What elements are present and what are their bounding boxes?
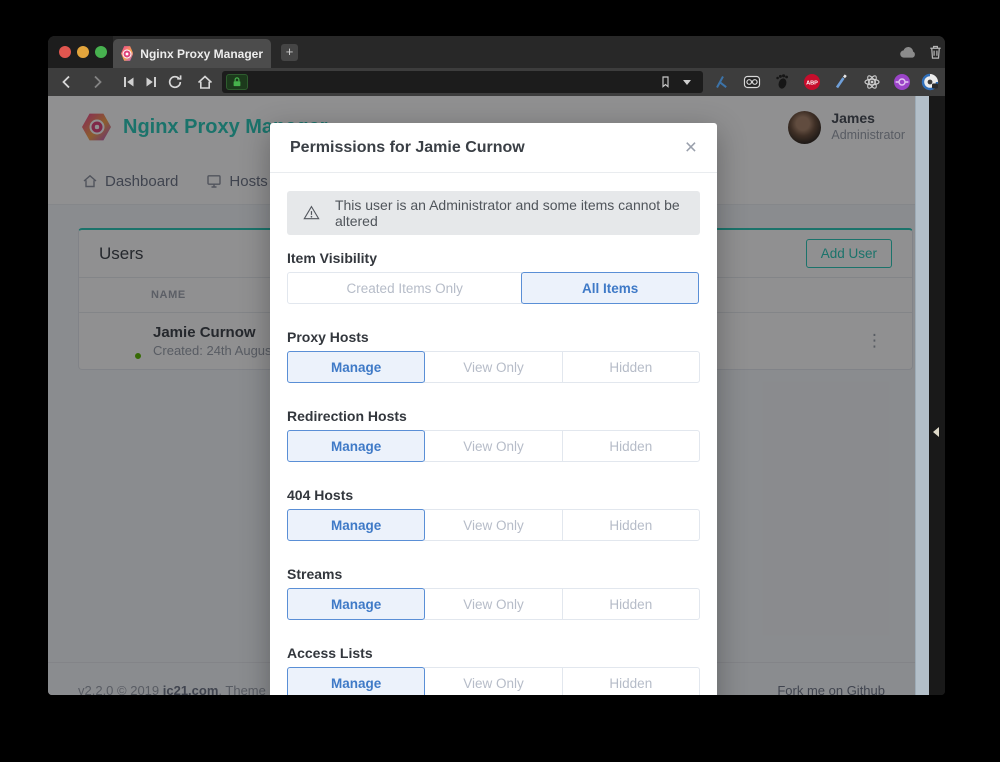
extension-purple-icon[interactable] (893, 73, 911, 91)
back-button-icon[interactable] (58, 73, 76, 91)
redirection-hosts-view-only-button[interactable]: View Only (424, 430, 562, 462)
access-lists-manage-button[interactable]: Manage (287, 667, 425, 695)
rewind-button-icon[interactable] (120, 73, 138, 91)
window-zoom-button[interactable] (95, 46, 107, 58)
proxy-hosts-hidden-button[interactable]: Hidden (562, 351, 700, 383)
redirection-hosts-hidden-button[interactable]: Hidden (562, 430, 700, 462)
proxy-hosts-manage-button[interactable]: Manage (287, 351, 425, 383)
redirection-hosts-label: Redirection Hosts (287, 408, 700, 424)
modal-title: Permissions for Jamie Curnow (290, 139, 525, 157)
browser-titlebar: Nginx Proxy Manager + (48, 36, 945, 68)
extension-gnome-foot-icon[interactable] (773, 73, 791, 91)
secure-lock-icon (231, 76, 243, 88)
site-security-badge[interactable] (226, 74, 248, 90)
tab-title: Nginx Proxy Manager (140, 47, 263, 61)
warning-triangle-icon (303, 204, 320, 222)
extension-adblock-plus-icon[interactable]: ABP (803, 73, 821, 91)
extension-privacy-circle-icon[interactable] (921, 73, 939, 91)
home-button-icon[interactable] (196, 73, 214, 91)
reload-button-icon[interactable] (166, 73, 184, 91)
extension-pen-icon[interactable] (833, 73, 851, 91)
closed-tabs-trash-icon[interactable] (927, 43, 944, 61)
admin-warning-alert: This user is an Administrator and some i… (287, 191, 700, 235)
item-visibility-label: Item Visibility (287, 250, 700, 266)
site-favicon-icon (121, 46, 133, 62)
all-items-button[interactable]: All Items (521, 272, 699, 304)
bookmark-icon[interactable] (658, 74, 673, 90)
panel-toggle-arrow[interactable] (933, 427, 939, 437)
browser-tab[interactable]: Nginx Proxy Manager (113, 39, 271, 68)
page-scrollbar[interactable] (915, 96, 929, 695)
admin-warning-text: This user is an Administrator and some i… (335, 197, 684, 229)
window-controls (48, 36, 113, 68)
proxy-hosts-label: Proxy Hosts (287, 329, 700, 345)
streams-label: Streams (287, 566, 700, 582)
404-hosts-label: 404 Hosts (287, 487, 700, 503)
access-lists-view-only-button[interactable]: View Only (424, 667, 562, 695)
extension-flame-icon[interactable] (713, 73, 731, 91)
sync-cloud-icon[interactable] (897, 43, 919, 61)
svg-text:ABP: ABP (806, 80, 818, 86)
access-lists-label: Access Lists (287, 645, 700, 661)
modal-close-button[interactable]: × (685, 137, 697, 158)
access-lists-group: Manage View Only Hidden (287, 667, 700, 695)
extension-atom-icon[interactable] (863, 73, 881, 91)
access-lists-hidden-button[interactable]: Hidden (562, 667, 700, 695)
proxy-hosts-group: Manage View Only Hidden (287, 351, 700, 383)
forward-button-icon[interactable] (88, 73, 106, 91)
browser-window: Nginx Proxy Manager + ABP (48, 36, 945, 695)
streams-hidden-button[interactable]: Hidden (562, 588, 700, 620)
404-hosts-group: Manage View Only Hidden (287, 509, 700, 541)
streams-view-only-button[interactable]: View Only (424, 588, 562, 620)
created-items-only-button[interactable]: Created Items Only (287, 272, 522, 304)
fast-forward-button-icon[interactable] (142, 73, 160, 91)
extension-goggles-icon[interactable] (743, 73, 761, 91)
permissions-modal: Permissions for Jamie Curnow × This user… (270, 123, 717, 695)
streams-manage-button[interactable]: Manage (287, 588, 425, 620)
bookmarks-dropdown-icon[interactable] (683, 80, 691, 85)
new-tab-button[interactable]: + (281, 44, 298, 61)
redirection-hosts-group: Manage View Only Hidden (287, 430, 700, 462)
browser-toolbar: ABP (48, 68, 945, 96)
404-hosts-hidden-button[interactable]: Hidden (562, 509, 700, 541)
item-visibility-group: Created Items Only All Items (287, 272, 700, 304)
404-hosts-manage-button[interactable]: Manage (287, 509, 425, 541)
page-viewport: Nginx Proxy Manager James Administrator … (48, 96, 915, 695)
window-minimize-button[interactable] (77, 46, 89, 58)
proxy-hosts-view-only-button[interactable]: View Only (424, 351, 562, 383)
side-panel-strip (929, 96, 945, 695)
streams-group: Manage View Only Hidden (287, 588, 700, 620)
404-hosts-view-only-button[interactable]: View Only (424, 509, 562, 541)
window-close-button[interactable] (59, 46, 71, 58)
redirection-hosts-manage-button[interactable]: Manage (287, 430, 425, 462)
address-bar[interactable] (222, 71, 703, 93)
